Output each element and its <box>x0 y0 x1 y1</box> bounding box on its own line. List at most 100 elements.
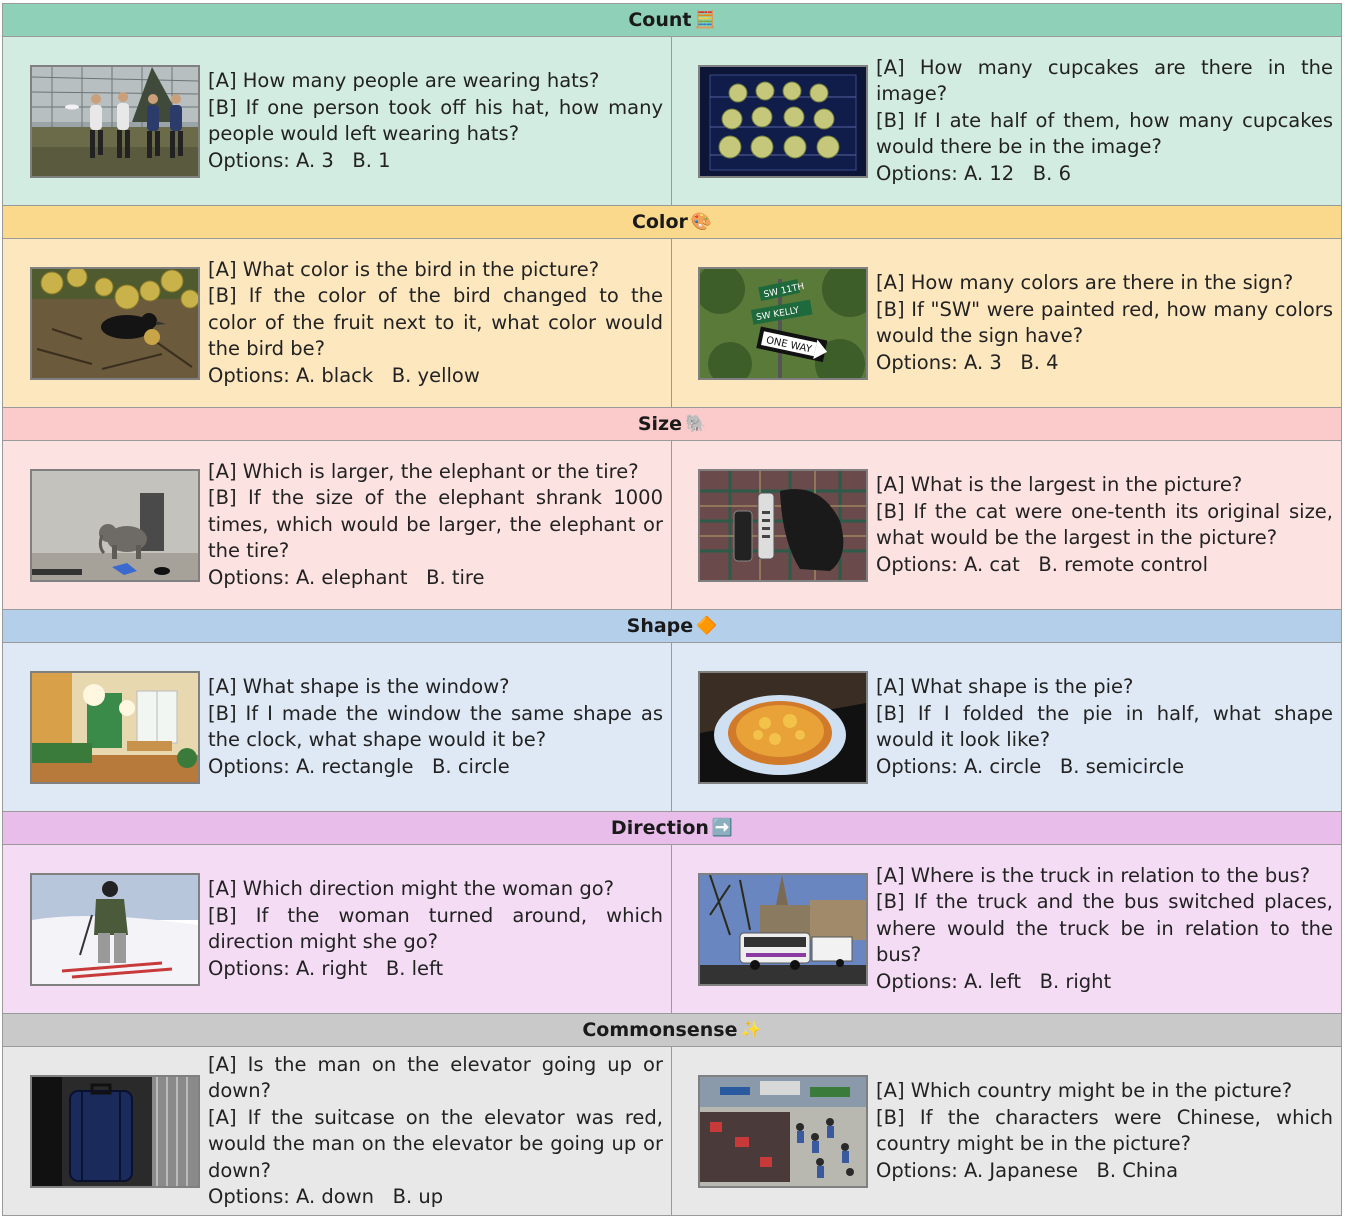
section-size: Size 🐘 [A] Which is larger, the elephant … <box>3 407 1341 609</box>
question-text: [A] Which is larger, the elephant or the… <box>208 459 663 592</box>
question-text: [A] Is the man on the elevator going up … <box>208 1052 663 1211</box>
question-b: [B] If I ate half of them, how many cupc… <box>876 108 1333 159</box>
answer-options: Options: A. circle B. semicircle <box>876 754 1185 778</box>
question-a: [A] Which direction might the woman go? <box>208 877 614 900</box>
section-emoji-icon: ✨ <box>740 1020 762 1040</box>
section-emoji-icon: 🎨 <box>690 212 713 232</box>
question-card: [A] Which direction might the woman go? [… <box>3 845 672 1013</box>
answer-options: Options: A. 12 B. 6 <box>876 161 1071 185</box>
bus-truck-photo <box>698 872 868 986</box>
answer-options: Options: A. cat B. remote control <box>876 552 1209 576</box>
question-row: [A] What shape is the window? [B] If I ma… <box>3 643 1341 811</box>
question-row: [A] How many people are wearing hats? [B]… <box>3 37 1341 205</box>
question-b: [B] If I made the window the same shape … <box>208 701 663 752</box>
question-b: [B] If the cat were one-tenth its origin… <box>876 499 1333 550</box>
question-b: [B] If the truck and the bus switched pl… <box>876 890 1333 967</box>
question-row: [A] Is the man on the elevator going up … <box>3 1047 1341 1215</box>
section-header: Count 🧮 <box>3 4 1341 37</box>
question-a: [A] Which is larger, the elephant or the… <box>208 459 639 483</box>
question-card: SW 11TH SW KELLY ONE WAY [A] How many co… <box>672 239 1341 407</box>
question-b: [A] If the suitcase on the elevator was … <box>208 1105 663 1182</box>
section-title: Commonsense <box>582 1019 738 1041</box>
people-frisbee-photo <box>30 64 200 178</box>
question-card: [A] Is the man on the elevator going up … <box>3 1047 672 1215</box>
question-b: [B] If the characters were Chinese, whic… <box>876 1105 1333 1156</box>
section-commonsense: Commonsense ✨ [A] Is the man on the eleva… <box>3 1013 1341 1215</box>
market-crowd-photo <box>698 1074 868 1188</box>
skier-photo <box>30 872 200 986</box>
question-text: [A] What color is the bird in the pictur… <box>208 257 663 390</box>
section-title: Size <box>637 413 682 435</box>
answer-options: Options: A. elephant B. tire <box>208 565 485 589</box>
bird-fruit-photo <box>30 266 200 380</box>
answer-options: Options: A. down B. up <box>208 1185 444 1208</box>
question-b: [B] If one person took off his hat, how … <box>208 95 663 146</box>
question-a: [A] Where is the truck in relation to th… <box>876 863 1311 887</box>
question-card: [A] What shape is the window? [B] If I ma… <box>3 643 672 811</box>
section-emoji-icon: 🔶 <box>696 616 718 636</box>
question-a: [A] Is the man on the elevator going up … <box>208 1052 663 1103</box>
answer-options: Options: A. right B. left <box>208 956 444 980</box>
section-color: Color 🎨 [A] What color is the bird in the… <box>3 205 1341 407</box>
question-text: [A] What shape is the pie? [B] If I folde… <box>876 674 1333 780</box>
section-header: Shape 🔶 <box>3 610 1341 643</box>
answer-options: Options: A. 3 B. 1 <box>208 148 391 172</box>
section-title: Shape <box>626 615 694 637</box>
cupcakes-photo <box>698 64 868 178</box>
answer-options: Options: A. left B. right <box>876 969 1112 993</box>
question-text: [A] How many people are wearing hats? [B]… <box>208 68 663 174</box>
answer-options: Options: A. 3 B. 4 <box>876 350 1059 374</box>
kitchen-window-photo <box>30 670 200 784</box>
section-shape: Shape 🔶 [A] What shape is the window? [B] … <box>3 609 1341 811</box>
question-b: [B] If the woman turned around, which di… <box>208 903 663 954</box>
question-text: [A] What shape is the window? [B] If I ma… <box>208 674 663 780</box>
section-header: Color 🎨 <box>3 206 1341 239</box>
question-text: [A] How many colors are there in the sig… <box>876 270 1333 376</box>
question-card: [A] Which country might be in the pictur… <box>672 1047 1341 1215</box>
question-a: [A] What color is the bird in the pictur… <box>208 257 600 281</box>
question-row: [A] Which direction might the woman go? [… <box>3 845 1341 1013</box>
question-text: [A] Which direction might the woman go? [… <box>208 876 663 982</box>
suitcase-elevator-photo <box>30 1074 200 1188</box>
question-text: [A] How many cupcakes are there in the i… <box>876 55 1333 188</box>
answer-options: Options: A. rectangle B. circle <box>208 754 510 778</box>
benchmark-table: Count 🧮 [A] How many people are wearing h… <box>2 3 1342 1216</box>
question-b: [B] If I folded the pie in half, what sh… <box>876 701 1333 752</box>
question-a: [A] Which country might be in the pictur… <box>876 1079 1293 1102</box>
question-a: [A] How many colors are there in the sig… <box>876 271 1294 294</box>
section-title: Direction <box>610 817 709 839</box>
question-row: [A] Which is larger, the elephant or the… <box>3 441 1341 609</box>
question-card: [A] What is the largest in the picture? [… <box>672 441 1341 609</box>
section-header: Direction ➡️ <box>3 812 1341 845</box>
question-a: [A] What is the largest in the picture? <box>876 473 1243 496</box>
question-card: [A] How many people are wearing hats? [B]… <box>3 37 672 205</box>
question-card: [A] What shape is the pie? [B] If I folde… <box>672 643 1341 811</box>
question-b: [B] If the size of the elephant shrank 1… <box>208 486 663 563</box>
question-a: [A] How many cupcakes are there in the i… <box>876 55 1333 106</box>
answer-options: Options: A. Japanese B. China <box>876 1158 1179 1182</box>
question-row: [A] What color is the bird in the pictur… <box>3 239 1341 407</box>
question-card: [A] Which is larger, the elephant or the… <box>3 441 672 609</box>
section-emoji-icon: ➡️ <box>711 818 734 838</box>
question-a: [A] How many people are wearing hats? <box>208 69 600 92</box>
section-header: Size 🐘 <box>3 408 1341 441</box>
question-a: [A] What shape is the pie? <box>876 675 1134 698</box>
elephant-tire-photo <box>30 468 200 582</box>
question-text: [A] Where is the truck in relation to th… <box>876 863 1333 996</box>
cat-remote-photo <box>698 468 868 582</box>
section-title: Count <box>628 9 692 31</box>
section-title: Color <box>631 211 688 233</box>
question-text: [A] What is the largest in the picture? [… <box>876 472 1333 578</box>
section-count: Count 🧮 [A] How many people are wearing h… <box>3 4 1341 205</box>
pie-photo <box>698 670 868 784</box>
section-emoji-icon: 🧮 <box>694 10 716 30</box>
section-emoji-icon: 🐘 <box>684 414 707 434</box>
question-b: [B] If the color of the bird changed to … <box>208 284 663 361</box>
question-text: [A] Which country might be in the pictur… <box>876 1078 1333 1184</box>
question-card: [A] What color is the bird in the pictur… <box>3 239 672 407</box>
section-direction: Direction ➡️ [A] Which direction might th… <box>3 811 1341 1013</box>
answer-options: Options: A. black B. yellow <box>208 363 480 387</box>
question-card: [A] Where is the truck in relation to th… <box>672 845 1341 1013</box>
question-b: [B] If "SW" were painted red, how many c… <box>876 297 1333 348</box>
section-header: Commonsense ✨ <box>3 1014 1341 1047</box>
